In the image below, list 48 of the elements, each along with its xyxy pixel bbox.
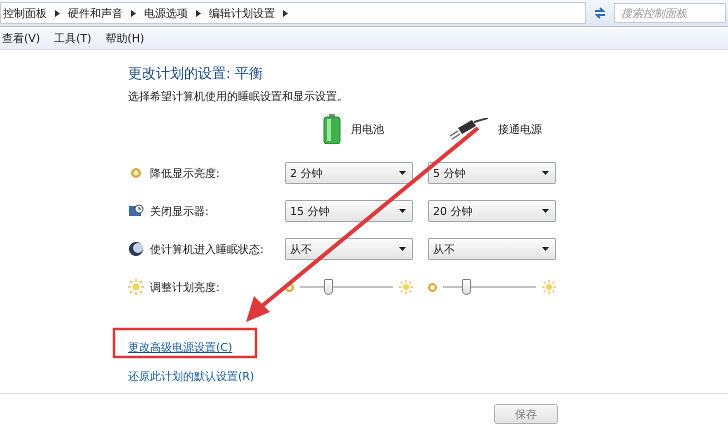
dropdown[interactable]: 5 分钟 <box>428 162 556 184</box>
breadcrumb[interactable]: 电源选项 <box>144 6 188 20</box>
link[interactable]: 还原此计划的默认设置(R) <box>128 369 254 384</box>
caret-icon <box>399 209 406 213</box>
chevron-icon[interactable] <box>131 10 136 16</box>
menu-item[interactable]: 帮助(H) <box>105 30 144 46</box>
column-heading: 用电池 <box>351 122 384 136</box>
caret-icon <box>542 171 549 175</box>
dropdown[interactable]: 从不 <box>428 238 556 260</box>
setting-label: 关闭显示器: <box>150 204 209 218</box>
power-plug-icon <box>450 118 488 140</box>
chevron-icon[interactable] <box>283 10 288 16</box>
menu-item[interactable]: 工具(T) <box>54 30 92 46</box>
breadcrumb[interactable]: 控制面板 <box>3 6 47 20</box>
address-field[interactable]: 控制面板 硬件和声音 电源选项 编辑计划设置 <box>0 2 586 24</box>
page-description: 选择希望计算机使用的睡眠设置和显示设置。 <box>128 89 349 104</box>
caret-icon <box>542 247 549 251</box>
battery-icon <box>323 114 341 144</box>
slider-thumb[interactable] <box>462 279 472 295</box>
chevron-icon[interactable] <box>196 10 201 16</box>
caret-icon <box>399 247 406 251</box>
setting-label: 调整计划亮度: <box>150 280 220 294</box>
column-heading: 接通电源 <box>498 122 542 136</box>
breadcrumb[interactable]: 硬件和声音 <box>68 6 123 20</box>
chevron-icon[interactable] <box>55 10 60 16</box>
caret-icon <box>399 171 406 175</box>
dim-brightness-icon <box>428 282 437 292</box>
sun-icon <box>542 280 556 294</box>
sun-icon <box>128 279 144 295</box>
breadcrumb[interactable]: 编辑计划设置 <box>209 6 275 20</box>
link[interactable]: 更改高级电源设置(C) <box>128 340 232 355</box>
save-button[interactable]: 保存 <box>494 404 558 424</box>
page-title: 更改计划的设置: 平衡 <box>128 65 264 83</box>
search-field[interactable]: 搜索控制面板 <box>614 3 726 23</box>
sun-icon <box>399 280 413 294</box>
menu-item[interactable]: 查看(V) <box>2 30 40 46</box>
brightness-icon <box>128 165 144 181</box>
dropdown[interactable]: 从不 <box>285 238 413 260</box>
caret-icon <box>542 209 549 213</box>
dropdown[interactable]: 20 分钟 <box>428 200 556 222</box>
setting-label: 降低显示亮度: <box>150 166 220 180</box>
monitor-clock-icon <box>128 203 144 219</box>
refresh-icon[interactable] <box>592 5 608 21</box>
slider-thumb[interactable] <box>324 279 333 295</box>
dropdown[interactable]: 2 分钟 <box>285 162 413 184</box>
moon-icon <box>128 241 144 257</box>
setting-label: 使计算机进入睡眠状态: <box>150 242 264 256</box>
dropdown[interactable]: 15 分钟 <box>285 200 413 222</box>
